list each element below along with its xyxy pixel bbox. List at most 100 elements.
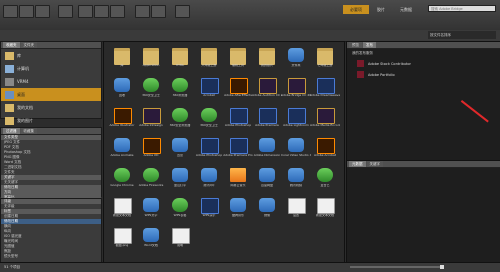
slider-handle[interactable] bbox=[440, 265, 444, 269]
favorite-item[interactable]: VRM4 bbox=[1, 75, 101, 88]
content-item[interactable]: 360安全卫士 bbox=[194, 105, 224, 135]
content-item[interactable]: 新建文本文档 bbox=[310, 195, 340, 225]
content-item[interactable]: 八年级上册 bbox=[194, 45, 224, 75]
back-icon[interactable] bbox=[3, 5, 18, 18]
content-item-label: 金山打字 bbox=[173, 184, 186, 187]
content-item[interactable]: Adobe InDesign bbox=[136, 105, 166, 135]
tab-favorites[interactable]: 收藏夹 bbox=[3, 42, 20, 48]
content-item[interactable]: 文件夹 bbox=[281, 45, 311, 75]
content-item[interactable]: 360安全浏览器 bbox=[165, 105, 195, 135]
tab-metadata[interactable]: 元数据 bbox=[349, 161, 366, 167]
content-item[interactable]: 金山打字 bbox=[165, 165, 195, 195]
favorite-item[interactable]: 库 bbox=[1, 49, 101, 62]
docthumb-thumbnail bbox=[172, 228, 190, 244]
tab-filter[interactable]: 过滤器 bbox=[3, 128, 20, 134]
content-item[interactable]: Adobe Photoshop bbox=[223, 105, 253, 135]
film-tab[interactable]: 胶片 bbox=[371, 5, 391, 14]
content-item[interactable]: Adobe Bridge CC 2018 bbox=[281, 75, 311, 105]
ai-thumbnail bbox=[143, 138, 161, 154]
tab-preview[interactable]: 预览 bbox=[349, 42, 362, 48]
content-item[interactable]: Adobe Lightroom bbox=[281, 105, 311, 135]
favorite-item[interactable]: 我的文档 bbox=[1, 101, 101, 114]
content-item[interactable]: Adobe Audition CC 2018 bbox=[252, 75, 282, 105]
filter-item[interactable]: 镜头型号 bbox=[1, 254, 101, 259]
favorite-item[interactable]: 我的图片 bbox=[1, 114, 101, 127]
content-item[interactable]: WPS表格 bbox=[165, 195, 195, 225]
camera-icon[interactable] bbox=[78, 5, 93, 18]
drive-icon bbox=[5, 77, 14, 86]
open-icon[interactable] bbox=[110, 5, 125, 18]
content-item[interactable]: 编辑工具 bbox=[223, 45, 253, 75]
content-item[interactable]: Adobe Illustrator bbox=[107, 105, 137, 135]
content-item[interactable]: 网易云音乐 bbox=[223, 165, 253, 195]
forward-icon[interactable] bbox=[19, 5, 34, 18]
content-item[interactable]: 库 bbox=[107, 45, 137, 75]
content-item[interactable]: 360安全卫士 bbox=[136, 75, 166, 105]
content-item[interactable]: 截图.png bbox=[107, 225, 137, 255]
tab-keywords[interactable]: 关键字 bbox=[366, 161, 383, 167]
rotate-right-icon[interactable] bbox=[151, 5, 166, 18]
content-item[interactable]: Adobe Animate bbox=[107, 135, 137, 165]
sort-dropdown[interactable]: 按文件名排序 bbox=[428, 31, 496, 39]
content-item[interactable]: Acrobat bbox=[194, 75, 224, 105]
content-item[interactable]: 我的照片 bbox=[252, 45, 282, 75]
content-item[interactable]: 酷狗音乐 bbox=[223, 195, 253, 225]
content-item-label: WPS文字 bbox=[144, 214, 158, 217]
service-portfolio[interactable]: Adobe Portfolio bbox=[347, 69, 500, 80]
content-item[interactable]: WPS演示 bbox=[194, 195, 224, 225]
content-item[interactable]: 百度网盘 bbox=[252, 165, 282, 195]
content-item[interactable]: Adobe Dimension bbox=[252, 135, 282, 165]
content-item[interactable]: 爱奇艺 bbox=[310, 165, 340, 195]
tab-folders[interactable]: 文件夹 bbox=[20, 42, 37, 48]
content-item[interactable]: 迅雷 bbox=[165, 135, 195, 165]
content-item[interactable]: HTML bbox=[165, 45, 195, 75]
content-item[interactable]: Adobe Photoshop bbox=[194, 135, 224, 165]
content-item[interactable]: 设置 bbox=[281, 195, 311, 225]
metadata-tab[interactable]: 元数据 bbox=[393, 5, 419, 14]
content-item[interactable]: 新建文本文档 bbox=[107, 195, 137, 225]
br-thumbnail bbox=[288, 78, 306, 94]
content-item-label: 库 bbox=[120, 64, 124, 67]
folder-thumbnail bbox=[114, 48, 130, 65]
content-item[interactable]: 腾讯QQ bbox=[194, 165, 224, 195]
content-item[interactable]: Adobe XD bbox=[136, 135, 166, 165]
content-item-label: 腾讯QQ bbox=[203, 184, 215, 187]
content-item-label: Adobe Acrobat bbox=[313, 154, 336, 157]
thumbnail-size-slider[interactable] bbox=[350, 266, 440, 268]
favorite-item[interactable]: 桌面 bbox=[1, 88, 101, 101]
content-item[interactable]: Adobe Premiere Pro bbox=[223, 135, 253, 165]
content-item[interactable]: 回收 bbox=[107, 75, 137, 105]
service-stock[interactable]: Adobe Stock Contributor bbox=[347, 58, 500, 69]
content-item[interactable]: Adobe Premiere bbox=[252, 105, 282, 135]
content-item[interactable]: Adobe Dreamweaver CC bbox=[310, 75, 340, 105]
content-item[interactable]: 说明 bbox=[165, 225, 195, 255]
content-item[interactable]: Adobe Fireworks bbox=[136, 165, 166, 195]
app-thumbnail bbox=[288, 138, 304, 152]
content-item[interactable]: Adobe Acrobat bbox=[310, 135, 340, 165]
content-item[interactable]: 腾讯视频 bbox=[281, 165, 311, 195]
psd-thumbnail bbox=[230, 138, 248, 154]
recent-icon[interactable] bbox=[35, 5, 50, 18]
content-item[interactable]: Corel Video Studio X10 bbox=[281, 135, 311, 165]
content-item[interactable]: WPS文字 bbox=[136, 195, 166, 225]
rotate-left-icon[interactable] bbox=[135, 5, 150, 18]
content-item[interactable]: Adobe AfterEffects bbox=[223, 75, 253, 105]
content-item-label: Adobe Audition CC 2018 bbox=[252, 94, 282, 97]
content-item[interactable]: 七年级上册 bbox=[310, 45, 340, 75]
tab-publish[interactable]: 发布 bbox=[363, 42, 376, 48]
essentials-tab[interactable]: 必要项 bbox=[343, 5, 369, 14]
tab-collections[interactable]: 收藏集 bbox=[20, 128, 37, 134]
content-item[interactable]: Google Chrome bbox=[107, 165, 137, 195]
search-input[interactable] bbox=[428, 5, 496, 12]
content-item[interactable]: 360浏览器 bbox=[165, 75, 195, 105]
content-item[interactable]: 微信 bbox=[252, 195, 282, 225]
content-item[interactable]: Adobe Media Encoder bbox=[310, 105, 340, 135]
boomerang-icon[interactable] bbox=[58, 5, 73, 18]
content-item-label: 酷狗音乐 bbox=[231, 214, 244, 217]
refine-icon[interactable] bbox=[94, 5, 109, 18]
content-item[interactable]: Word文档 bbox=[136, 225, 166, 255]
computer-icon bbox=[5, 64, 14, 73]
content-item[interactable]: Application bbox=[136, 45, 166, 75]
trash-icon[interactable] bbox=[175, 5, 190, 18]
favorite-item[interactable]: 计算机 bbox=[1, 62, 101, 75]
